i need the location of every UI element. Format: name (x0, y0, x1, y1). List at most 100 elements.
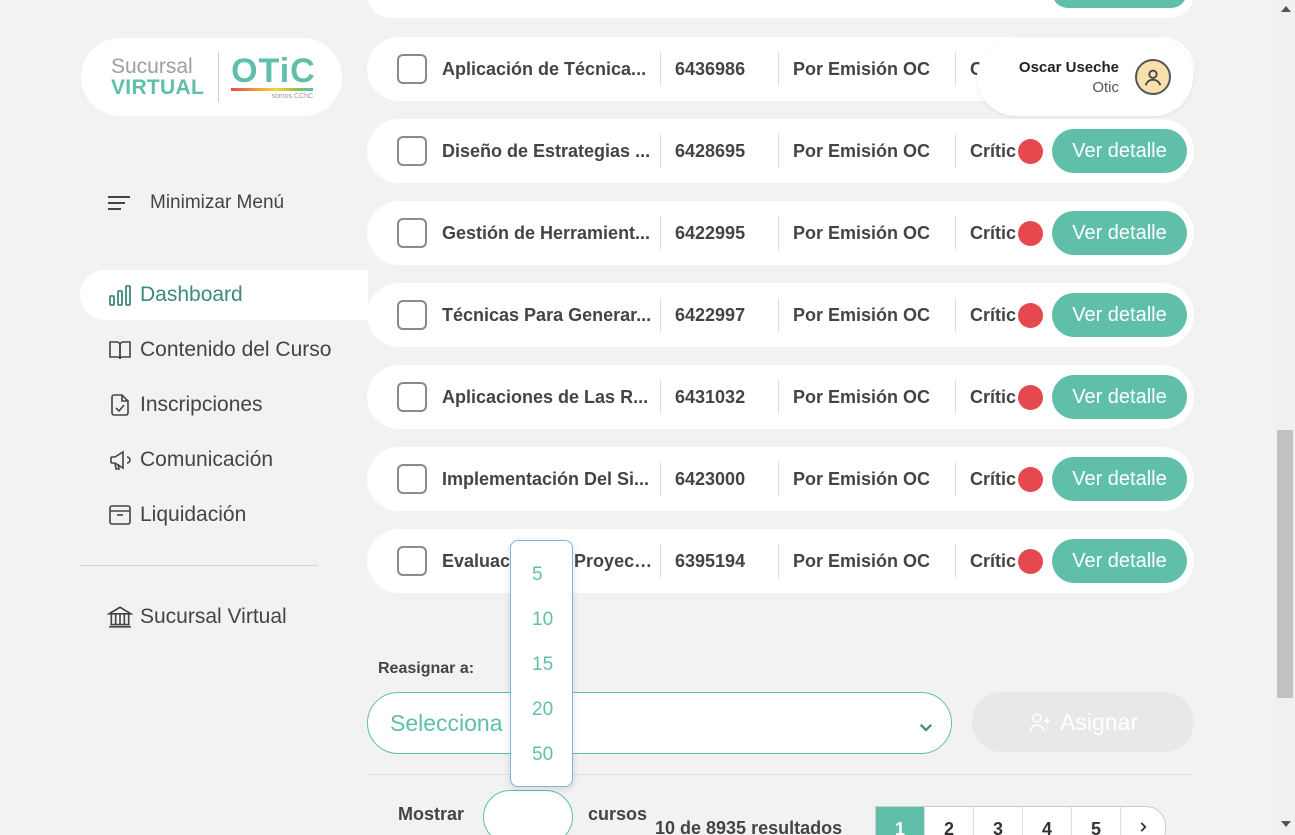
view-detail-button[interactable]: Ver detalle (1052, 129, 1187, 173)
archive-icon (107, 502, 133, 528)
logo-line1: Sucursal (111, 55, 193, 78)
row-checkbox[interactable] (397, 464, 427, 494)
results-count: 10 de 8935 resultados (655, 818, 843, 835)
bar-chart-icon (107, 282, 133, 308)
hamburger-icon (108, 192, 130, 214)
logo-text: Sucursal VIRTUAL (111, 56, 204, 98)
sidebar-item-label: Inscripciones (140, 393, 263, 416)
course-status: Crític (955, 544, 1043, 578)
course-code: 6422997 (660, 298, 778, 332)
sidebar-item-liquidacion[interactable]: Liquidación (80, 490, 368, 540)
course-type: Por Emisión OC (778, 52, 955, 86)
footer-divider (367, 774, 1194, 775)
view-detail-button[interactable]: Ver detalle (1052, 375, 1187, 419)
scrollbar-thumb[interactable] (1277, 430, 1293, 698)
show-label: Mostrar (398, 804, 465, 824)
assign-button[interactable]: Asignar (972, 692, 1194, 752)
course-name: Aplicaciones de Las R... (442, 387, 649, 407)
course-code: 6422995 (660, 216, 778, 250)
logo-color-bar (231, 88, 314, 91)
page-size-option-50[interactable]: 50 (532, 744, 553, 766)
course-status: Crític (955, 298, 1043, 332)
row-checkbox[interactable] (397, 382, 427, 412)
reassign-select[interactable]: Selecciona sta (367, 692, 952, 754)
course-status: Crític (955, 462, 1043, 496)
course-name: Aplicación de Técnica... (442, 59, 647, 79)
scroll-down-arrow-icon[interactable] (1281, 821, 1291, 827)
row-checkbox[interactable] (397, 546, 427, 576)
chevron-down-icon (917, 715, 935, 742)
table-row: Diseño de Estrategias ... 6428695 Por Em… (367, 119, 1194, 183)
sidebar-item-inscripciones[interactable]: Inscripciones (80, 380, 368, 430)
add-user-icon (1029, 713, 1050, 732)
minimize-menu-label: Minimizar Menú (150, 192, 285, 213)
sidebar-divider (80, 565, 318, 566)
table-row-partial (367, 0, 1194, 18)
course-type: Por Emisión OC (778, 462, 955, 496)
course-code: 6431032 (660, 380, 778, 414)
user-name: Oscar Useche (1018, 58, 1119, 76)
select-placeholder-left: Selecciona (390, 709, 503, 736)
course-status: Crític (955, 216, 1043, 250)
course-status: Crític (955, 380, 1043, 414)
course-type: Por Emisión OC (778, 380, 955, 414)
page-size-select[interactable] (483, 790, 573, 835)
course-type: Por Emisión OC (778, 216, 955, 250)
bank-icon (107, 604, 133, 630)
row-checkbox[interactable] (397, 300, 427, 330)
sidebar-item-contenido[interactable]: Contenido del Curso (80, 325, 368, 375)
course-code: 6395194 (660, 544, 778, 578)
page-size-option-5[interactable]: 5 (532, 564, 543, 586)
page-button-3[interactable]: 3 (974, 807, 1023, 835)
sidebar-item-dashboard[interactable]: Dashboard (80, 270, 368, 320)
page-size-option-15[interactable]: 15 (532, 654, 553, 676)
row-checkbox[interactable] (397, 218, 427, 248)
status-dot (1018, 303, 1043, 328)
sidebar-item-sucursal-virtual[interactable]: Sucursal Virtual (80, 592, 368, 642)
user-circle-icon (1135, 59, 1171, 95)
scrollbar[interactable] (1277, 0, 1295, 835)
user-profile-card[interactable]: Oscar Useche Otic (977, 38, 1193, 116)
scroll-up-arrow-icon[interactable] (1281, 6, 1291, 12)
otic-logo: OTiC somos CChC (231, 52, 315, 102)
status-dot (1018, 139, 1043, 164)
next-page-button[interactable] (1121, 807, 1165, 835)
user-info: Oscar Useche Otic (1019, 59, 1119, 96)
page-button-5[interactable]: 5 (1072, 807, 1121, 835)
sidebar-item-label: Sucursal Virtual (140, 605, 287, 628)
assign-label: Asignar (1060, 708, 1138, 735)
page-size-dropdown: 5 10 15 20 50 (510, 540, 573, 787)
pagination: 1 2 3 4 5 (875, 806, 1166, 835)
row-checkbox[interactable] (397, 136, 427, 166)
page-button-2[interactable]: 2 (925, 807, 974, 835)
page-button-4[interactable]: 4 (1023, 807, 1072, 835)
reassign-label: Reasignar a: (378, 660, 475, 677)
book-open-icon (107, 337, 133, 363)
sidebar-item-label: Contenido del Curso (140, 338, 332, 361)
view-detail-button[interactable]: Ver detalle (1052, 211, 1187, 255)
course-name: Técnicas Para Generar... (442, 305, 652, 325)
chevron-right-icon (1140, 822, 1147, 832)
view-detail-button[interactable]: Ver detalle (1052, 293, 1187, 337)
table-row: Aplicaciones de Las R... 6431032 Por Emi… (367, 365, 1194, 429)
sidebar-item-label: Comunicación (140, 448, 274, 471)
row-checkbox[interactable] (397, 54, 427, 84)
course-status: Crític (955, 134, 1043, 168)
course-type: Por Emisión OC (778, 134, 955, 168)
course-code: 6423000 (660, 462, 778, 496)
table-row: Evaluac Proyectos 6395194 Por Emisión OC … (367, 529, 1194, 593)
sidebar-item-comunicacion[interactable]: Comunicación (80, 435, 368, 485)
view-detail-button[interactable]: Ver detalle (1052, 457, 1187, 501)
course-code: 6436986 (660, 52, 778, 86)
logo-tagline: somos CChC (271, 93, 314, 100)
page-size-option-20[interactable]: 20 (532, 699, 553, 721)
logo-card[interactable]: Sucursal VIRTUAL OTiC somos CChC (81, 38, 342, 116)
sidebar-item-label: Liquidación (140, 503, 247, 526)
course-code: 6428695 (660, 134, 778, 168)
page-size-option-10[interactable]: 10 (532, 609, 553, 631)
detail-button-partial[interactable] (1052, 0, 1187, 8)
minimize-menu-button[interactable]: Minimizar Menú (108, 192, 284, 214)
course-type: Por Emisión OC (778, 298, 955, 332)
view-detail-button[interactable]: Ver detalle (1052, 539, 1187, 583)
page-button-1[interactable]: 1 (876, 807, 925, 835)
